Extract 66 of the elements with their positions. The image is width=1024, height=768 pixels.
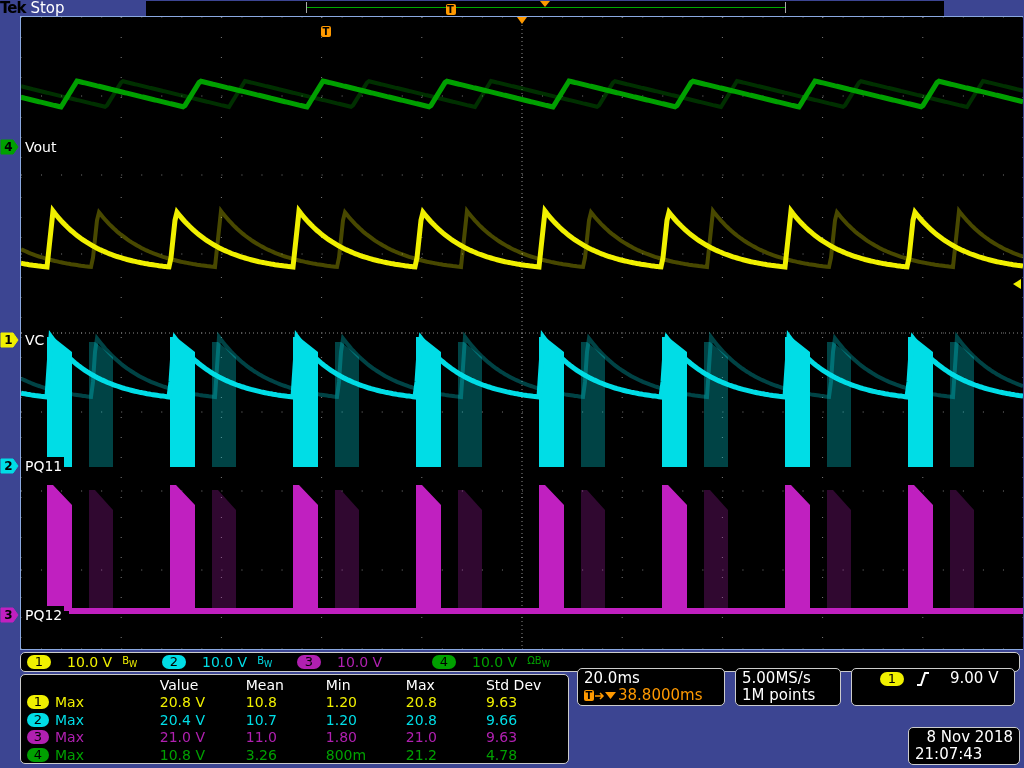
channel-label: PQ11 (23, 457, 65, 475)
sample-rate: 5.00MS/s (742, 670, 812, 687)
trigger-level-icon (1013, 279, 1021, 289)
table-cell-text: 800m (325, 746, 368, 763)
vertical-scale: 10.0 V (202, 654, 248, 670)
horizontal-delay: 38.8000ms (618, 687, 703, 704)
table-cell-text: 21.0 V (159, 729, 206, 746)
measurement-type: Max (55, 711, 84, 728)
bandwidth-limit-mark: ΩB$_{W}$ (527, 655, 550, 669)
channel-label: PQ12 (23, 606, 65, 624)
trigger-source-badge: 1 (880, 671, 904, 686)
brand-logo: Tek (0, 0, 26, 16)
table-cell-text: 9.66 (485, 711, 519, 728)
column-header: Std Dev (485, 676, 543, 693)
bandwidth-limit-mark: B$_{W}$ (122, 655, 138, 669)
table-cell-text: 20.8 (405, 694, 438, 711)
channel-badge[interactable]: 3 (297, 655, 321, 669)
time: 21:07:43 (915, 746, 984, 763)
trigger-position-marker: T (445, 3, 456, 15)
table-cell-text: 3.26 (245, 746, 278, 763)
table-cell-text: 21.2 (405, 746, 438, 763)
arrow-to-expansion-icon (595, 689, 617, 702)
trigger-position-marker: T (321, 26, 331, 37)
channel-number: 3 (3, 607, 14, 623)
measurement-type: Max (55, 694, 84, 711)
horizontal-scale: 20.0ms (584, 670, 641, 687)
bandwidth-limit-mark: B$_{W}$ (257, 655, 273, 669)
channel-badge[interactable]: 2 (162, 655, 186, 669)
date: 8 Nov 2018 (925, 729, 1013, 746)
vertical-scale: 10.0 V (337, 654, 383, 670)
trigger-position-marker: T (584, 690, 594, 701)
vertical-scale: 10.0 V (67, 654, 113, 670)
table-cell-text: 9.63 (485, 694, 519, 711)
column-header: Min (325, 676, 352, 693)
trigger-level: 9.00 V (950, 670, 999, 687)
channel-number: 1 (3, 332, 14, 348)
table-cell-text: 1.80 (325, 729, 358, 746)
channel-badge: 1 (27, 695, 49, 710)
table-cell-text: 10.7 (245, 711, 278, 728)
table-cell-text: 1.20 (325, 694, 358, 711)
table-cell-text: 4.78 (485, 746, 519, 763)
channel-badge: 2 (27, 712, 49, 727)
channel-badge[interactable]: 1 (27, 655, 51, 669)
table-cell-text: 20.8 V (159, 694, 206, 711)
table-cell-text: 20.8 (405, 711, 438, 728)
table-cell-text: 11.0 (245, 729, 278, 746)
channel-badge: 3 (27, 730, 49, 745)
column-header: Max (405, 676, 436, 693)
table-cell-text: 21.0 (405, 729, 438, 746)
table-cell-text: 10.8 (245, 694, 278, 711)
table-cell-text: 20.4 V (159, 711, 206, 728)
column-header: Value (159, 676, 200, 693)
measurement-type: Max (55, 746, 84, 763)
record-length: 1M points (742, 687, 817, 704)
vertical-scale: 10.0 V (472, 654, 518, 670)
measurement-type: Max (55, 729, 84, 746)
channel-number: 4 (3, 139, 14, 155)
channel-number: 2 (3, 458, 14, 474)
table-cell-text: 9.63 (485, 729, 519, 746)
channel-badge[interactable]: 4 (432, 655, 456, 669)
expansion-point-icon (539, 0, 550, 7)
run-status: Stop (30, 0, 65, 16)
column-header: Mean (245, 676, 285, 693)
channel-badge: 4 (27, 747, 49, 762)
table-cell-text: 1.20 (325, 711, 358, 728)
table-cell-text: 10.8 V (159, 746, 206, 763)
